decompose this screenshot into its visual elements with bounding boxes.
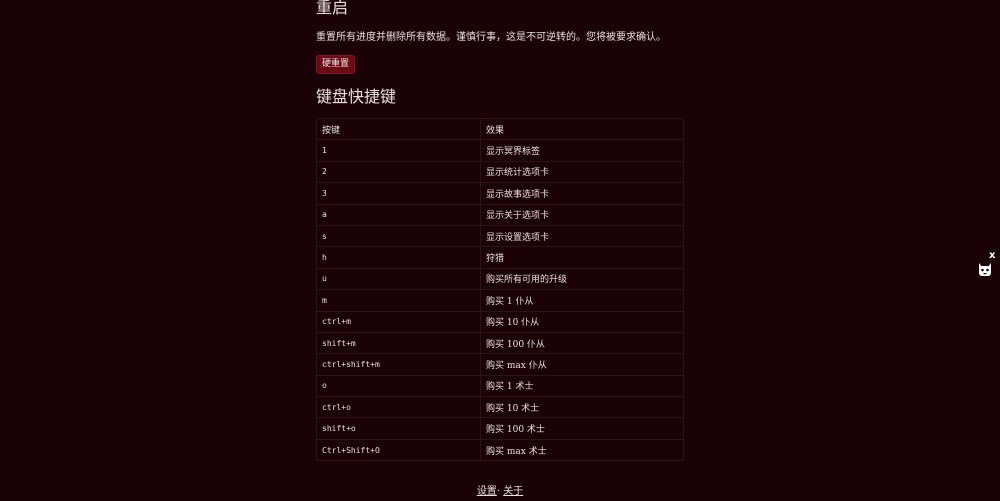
shortcut-key: ctrl+m — [316, 310, 481, 333]
shortcut-key: h — [316, 246, 481, 269]
shortcut-effect: 狩猎 — [480, 246, 684, 269]
shortcut-effect: 购买 100 术士 — [480, 417, 684, 440]
page: 重启 重置所有进度并删除所有数据。谨慎行事，这是不可逆转的。您将被要求确认。 硬… — [0, 0, 1000, 501]
shortcut-key: s — [316, 224, 481, 248]
shortcut-effect: 购买 100 仆从 — [480, 331, 684, 355]
table-row: ctrl+o 购买 10 术士 — [316, 396, 684, 419]
footer-separator: · — [496, 486, 500, 497]
shortcut-effect: 购买 max 仆从 — [480, 353, 684, 376]
shortcut-key: shift+m — [316, 331, 481, 355]
shortcut-effect: 购买 1 术士 — [480, 374, 684, 398]
table-row: u 购买所有可用的升级 — [316, 267, 684, 291]
shortcut-effect: 显示关于选项卡 — [480, 203, 684, 226]
table-row: o 购买 1 术士 — [316, 374, 684, 398]
table-row: shift+m 购买 100 仆从 — [316, 331, 684, 355]
table-row: a 显示关于选项卡 — [316, 203, 684, 226]
shortcut-effect: 购买所有可用的升级 — [480, 267, 684, 291]
key-column-header: 按键 — [316, 117, 481, 141]
keyboard-shortcuts-title: 键盘快捷键 — [316, 87, 397, 106]
table-row: 1 显示冥界标签 — [316, 139, 684, 162]
footer-nav: 设置· 关于 — [0, 485, 1000, 499]
shortcut-effect: 购买 10 术士 — [480, 396, 684, 419]
shortcut-key: ctrl+o — [316, 396, 481, 419]
shortcut-effect: 购买 1 仆从 — [480, 289, 684, 312]
shortcut-effect: 显示设置选项卡 — [480, 224, 684, 248]
shortcut-effect: 显示故事选项卡 — [480, 182, 684, 205]
table-row: h 狩猎 — [316, 246, 684, 269]
table-row: s 显示设置选项卡 — [316, 224, 684, 248]
shortcuts-table: 按键 效果 1 显示冥界标签 2 显示统计选项卡 3 显示故事选项卡 a 显示关… — [316, 117, 684, 462]
shortcut-effect: 购买 10 仆从 — [480, 310, 684, 333]
table-row: Ctrl+Shift+O 购买 max 术士 — [316, 438, 684, 462]
footer-about-link[interactable]: 关于 — [503, 486, 523, 497]
reset-description: 重置所有进度并删除所有数据。谨慎行事，这是不可逆转的。您将被要求确认。 — [316, 32, 666, 43]
table-row: 3 显示故事选项卡 — [316, 182, 684, 205]
hard-reset-button[interactable]: 硬重置 — [316, 55, 356, 74]
table-header-row: 按键 效果 — [316, 117, 684, 141]
reset-title: 重启 — [316, 0, 349, 17]
cat-face-icon-graphic — [979, 263, 991, 276]
shortcut-effect: 显示统计选项卡 — [480, 160, 684, 184]
shortcut-key: Ctrl+Shift+O — [316, 438, 481, 462]
table-row: 2 显示统计选项卡 — [316, 160, 684, 184]
shortcut-key: m — [316, 289, 481, 312]
table-row: m 购买 1 仆从 — [316, 289, 684, 312]
footer-settings-link[interactable]: 设置 — [477, 486, 497, 497]
shortcut-key: 1 — [316, 139, 481, 162]
cat-face-icon[interactable] — [976, 260, 994, 278]
shortcut-key: 2 — [316, 160, 481, 184]
effect-column-header: 效果 — [480, 117, 684, 141]
shortcut-key: o — [316, 374, 481, 398]
table-row: ctrl+m 购买 10 仆从 — [316, 310, 684, 333]
table-row: shift+o 购买 100 术士 — [316, 417, 684, 440]
shortcut-key: shift+o — [316, 417, 481, 440]
shortcut-effect: 显示冥界标签 — [480, 139, 684, 162]
shortcut-effect: 购买 max 术士 — [480, 438, 684, 462]
shortcut-key: a — [316, 203, 481, 226]
table-row: ctrl+shift+m 购买 max 仆从 — [316, 353, 684, 376]
shortcut-key: ctrl+shift+m — [316, 353, 481, 376]
shortcut-key: 3 — [316, 182, 481, 205]
shortcut-key: u — [316, 267, 481, 291]
